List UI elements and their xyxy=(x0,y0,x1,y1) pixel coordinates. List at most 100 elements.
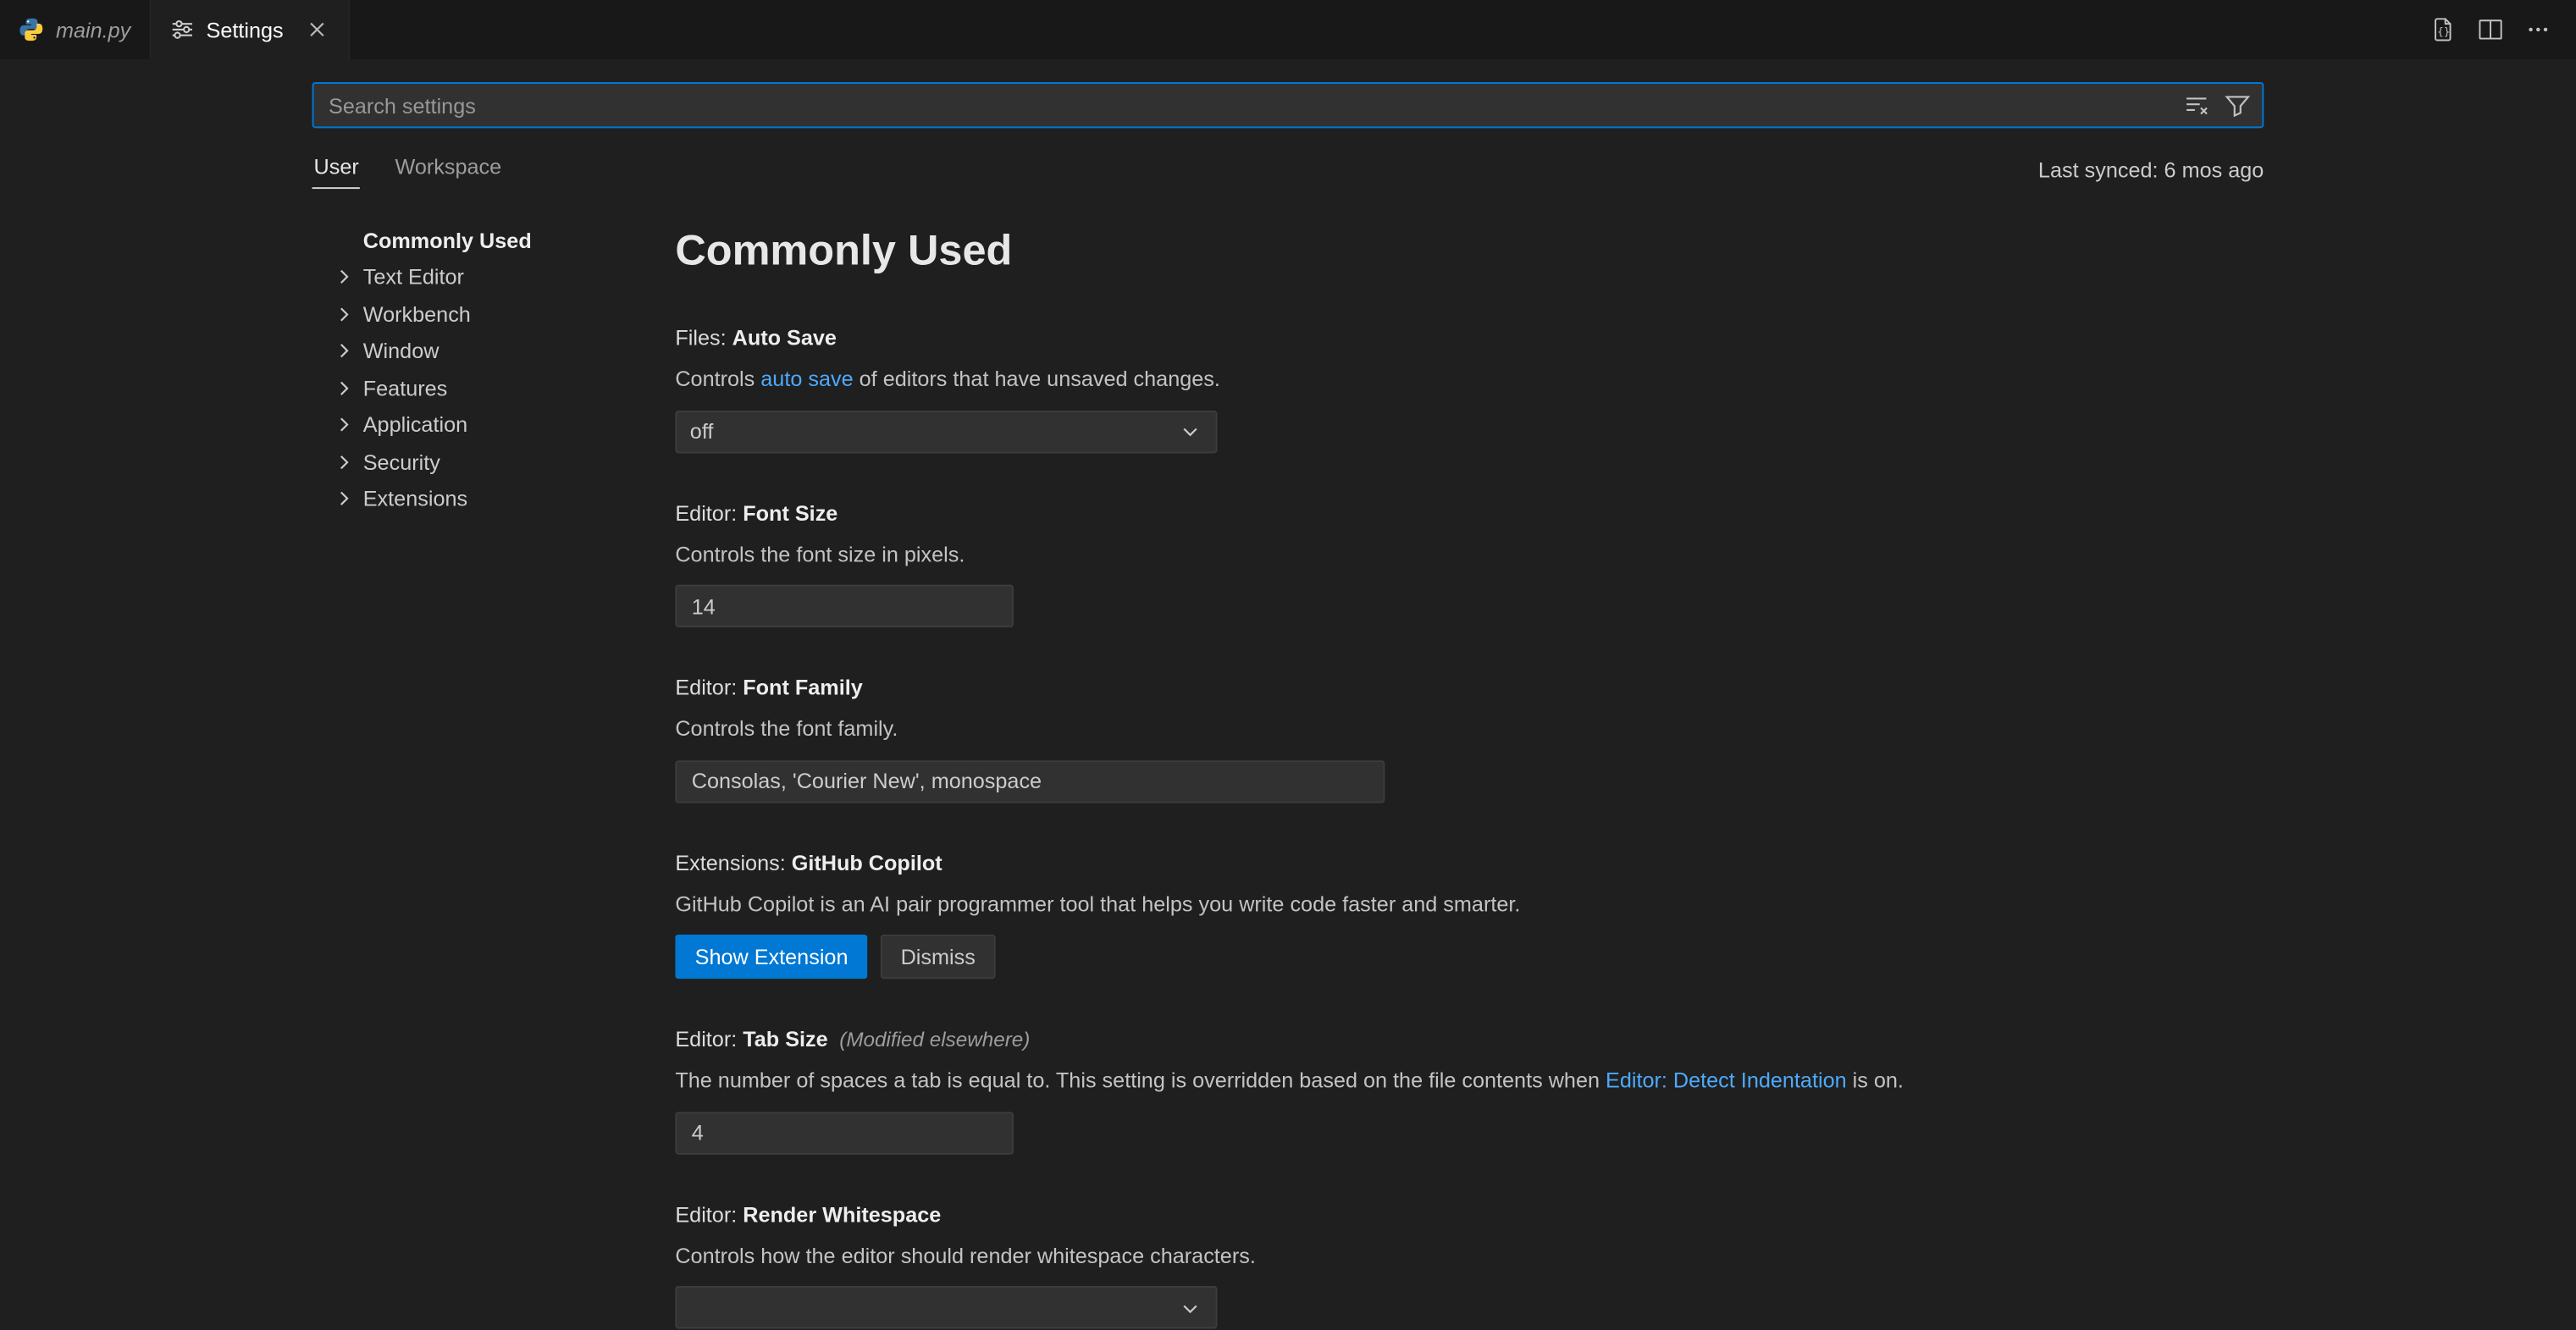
setting-description: Controls auto save of editors that have … xyxy=(675,365,2264,394)
editor-render-whitespace-select[interactable] xyxy=(675,1287,1217,1329)
setting-description: Controls the font family. xyxy=(675,715,2264,743)
toc-item-workbench[interactable]: Workbench xyxy=(332,295,675,333)
setting-extensions-github-copilot: Extensions: GitHub Copilot GitHub Copilo… xyxy=(675,850,2264,979)
split-editor-icon[interactable] xyxy=(2478,16,2504,42)
setting-category: Editor: xyxy=(675,1027,743,1051)
setting-category: Files: xyxy=(675,325,732,350)
chevron-right-icon xyxy=(332,412,363,437)
toc-item-text-editor[interactable]: Text Editor xyxy=(332,259,675,296)
toc-item-application[interactable]: Application xyxy=(332,406,675,444)
setting-category: Editor: xyxy=(675,676,743,700)
settings-list: Commonly Used Files: Auto Save Controls … xyxy=(675,215,2264,1329)
files-auto-save-select[interactable]: off xyxy=(675,410,1217,452)
setting-title: Editor: Font Family xyxy=(675,676,2264,700)
chevron-right-icon xyxy=(332,450,363,474)
setting-description: Controls the font size in pixels. xyxy=(675,539,2264,568)
setting-editor-font-size: Editor: Font Size Controls the font size… xyxy=(675,500,2264,627)
setting-control xyxy=(675,1112,2264,1154)
setting-link[interactable]: auto save xyxy=(760,367,853,391)
toc-item-security[interactable]: Security xyxy=(332,444,675,481)
toc-item-commonly-used[interactable]: Commonly Used xyxy=(332,222,675,259)
setting-description-text: Controls the font family. xyxy=(675,716,898,741)
setting-description-text: Controls xyxy=(675,367,760,391)
setting-editor-tab-size: Editor: Tab Size (Modified elsewhere) The… xyxy=(675,1027,2264,1154)
setting-description: Controls how the editor should render wh… xyxy=(675,1241,2264,1270)
toc-item-features[interactable]: Features xyxy=(332,370,675,407)
setting-description-text: is on. xyxy=(1847,1068,1904,1092)
editor-font-size-input[interactable] xyxy=(675,585,1014,627)
toc-item-extensions[interactable]: Extensions xyxy=(332,480,675,517)
setting-control: Show Extension Dismiss xyxy=(675,935,2264,979)
more-actions-icon[interactable] xyxy=(2525,16,2551,42)
search-action-icons xyxy=(2183,92,2251,119)
setting-name: Font Size xyxy=(743,500,837,525)
editor-tab-bar: main.py Settings {} xyxy=(0,0,2576,59)
modified-elsewhere-note: (Modified elsewhere) xyxy=(839,1029,1030,1051)
setting-control xyxy=(675,1287,2264,1329)
setting-description: The number of spaces a tab is equal to. … xyxy=(675,1066,2264,1095)
toc-item-window[interactable]: Window xyxy=(332,333,675,370)
tab-main-py[interactable]: main.py xyxy=(0,0,151,59)
setting-control xyxy=(675,585,2264,627)
scope-tabs: User Workspace xyxy=(312,150,504,190)
editor-tab-size-input[interactable] xyxy=(675,1112,1014,1154)
toc-label: Application xyxy=(363,412,467,437)
chevron-down-icon xyxy=(1178,419,1202,444)
settings-search-box xyxy=(312,82,2264,128)
settings-rows: Files: Auto Save Controls auto save of e… xyxy=(675,325,2264,1329)
tab-strip: main.py Settings xyxy=(0,0,349,59)
settings-main: Commonly Used Text Editor Workbench Wind… xyxy=(312,215,2264,1329)
chevron-right-icon xyxy=(332,265,363,290)
tab-settings[interactable]: Settings xyxy=(151,0,350,59)
setting-title: Extensions: GitHub Copilot xyxy=(675,850,2264,875)
setting-files-auto-save: Files: Auto Save Controls auto save of e… xyxy=(675,325,2264,452)
setting-editor-font-family: Editor: Font Family Controls the font fa… xyxy=(675,676,2264,803)
show-extension-button[interactable]: Show Extension xyxy=(675,935,867,979)
settings-sliders-icon xyxy=(169,16,195,42)
setting-name: Tab Size xyxy=(743,1027,827,1051)
python-icon xyxy=(18,16,44,42)
toc-label: Workbench xyxy=(363,301,471,326)
setting-category: Editor: xyxy=(675,1202,743,1227)
setting-category: Extensions: xyxy=(675,850,791,875)
chevron-right-icon xyxy=(332,376,363,400)
filter-icon[interactable] xyxy=(2225,92,2251,119)
settings-toc: Commonly Used Text Editor Workbench Wind… xyxy=(312,215,676,1329)
close-icon[interactable] xyxy=(303,16,329,42)
setting-category: Editor: xyxy=(675,500,743,525)
toc-label: Text Editor xyxy=(363,265,464,290)
page-heading: Commonly Used xyxy=(675,222,2264,278)
setting-description-text: The number of spaces a tab is equal to. … xyxy=(675,1068,1606,1092)
setting-editor-render-whitespace: Editor: Render Whitespace Controls how t… xyxy=(675,1202,2264,1329)
tab-label: main.py xyxy=(56,17,130,41)
toc-label: Features xyxy=(363,376,448,400)
toc-label: Window xyxy=(363,339,439,363)
toc-label: Extensions xyxy=(363,487,467,511)
chevron-right-icon xyxy=(332,487,363,511)
last-synced-label: Last synced: 6 mos ago xyxy=(2038,157,2264,181)
scope-tab-workspace[interactable]: Workspace xyxy=(394,150,504,190)
setting-name: Font Family xyxy=(743,676,863,700)
setting-description-text: GitHub Copilot is an AI pair programmer … xyxy=(675,891,1520,916)
setting-name: Auto Save xyxy=(732,325,837,350)
setting-link[interactable]: Editor: Detect Indentation xyxy=(1606,1068,1847,1092)
settings-editor: User Workspace Last synced: 6 mos ago Com… xyxy=(0,59,2576,1329)
setting-name: Render Whitespace xyxy=(743,1202,941,1227)
setting-description-text: of editors that have unsaved changes. xyxy=(854,367,1220,391)
chevron-down-icon xyxy=(1178,1295,1202,1320)
scope-tab-user[interactable]: User xyxy=(312,150,361,190)
setting-description: GitHub Copilot is an AI pair programmer … xyxy=(675,890,2264,919)
search-input[interactable] xyxy=(325,84,2183,126)
dismiss-button[interactable]: Dismiss xyxy=(881,935,995,979)
setting-title: Editor: Tab Size (Modified elsewhere) xyxy=(675,1027,2264,1051)
open-settings-json-icon[interactable]: {} xyxy=(2430,16,2456,42)
setting-name: GitHub Copilot xyxy=(792,850,943,875)
editor-font-family-input[interactable] xyxy=(675,760,1385,803)
setting-control: off xyxy=(675,410,2264,452)
setting-title: Files: Auto Save xyxy=(675,325,2264,350)
editor-screen: main.py Settings {} User Workspace Last s… xyxy=(0,0,2576,1330)
select-value: off xyxy=(690,419,714,444)
clear-search-icon[interactable] xyxy=(2183,92,2209,119)
svg-text:{}: {} xyxy=(2437,25,2450,38)
vscode-window: main.py Settings {} User Workspace Last s… xyxy=(0,0,2576,1330)
